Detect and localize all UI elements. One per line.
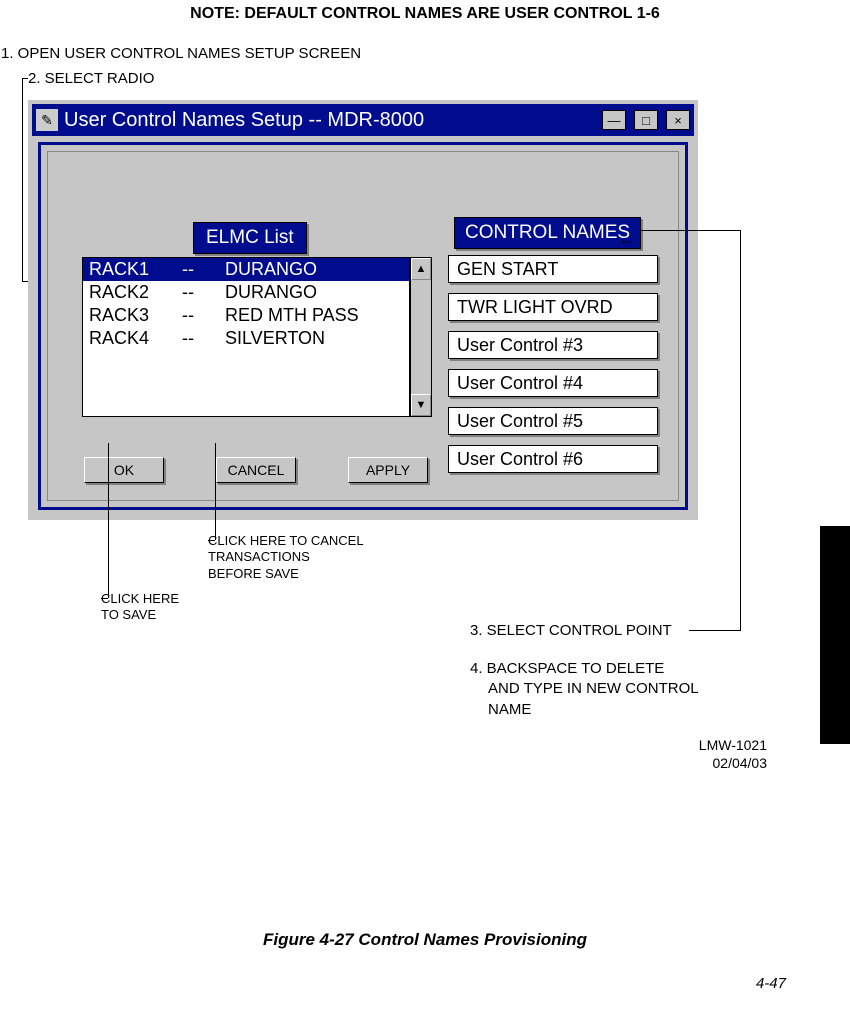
titlebar: ✎ User Control Names Setup -- MDR-8000 —… (32, 104, 694, 136)
name-col: DURANGO (225, 282, 403, 303)
callout-cancel: CLICK HERE TO CANCEL TRANSACTIONS BEFORE… (208, 533, 364, 582)
name-col: DURANGO (225, 259, 403, 280)
callout-text: TRANSACTIONS (208, 549, 364, 565)
step-3: 3. SELECT CONTROL POINT (470, 622, 672, 639)
dash-col: -- (182, 282, 207, 303)
ok-button[interactable]: OK (84, 457, 164, 483)
page-edge-tab (820, 526, 850, 744)
step-2: 2. SELECT RADIO (28, 70, 154, 87)
system-menu-icon[interactable]: ✎ (36, 109, 58, 131)
step4-line: 4. BACKSPACE TO DELETE (470, 659, 699, 679)
docid-line: 02/04/03 (0, 755, 767, 773)
list-item[interactable]: RACK3 -- RED MTH PASS (83, 304, 409, 327)
callout-line (22, 78, 23, 281)
button-row: OK CANCEL APPLY (84, 457, 428, 483)
list-item[interactable]: RACK4 -- SILVERTON (83, 327, 409, 350)
pointer-arrow-icon: ← (618, 229, 636, 250)
scroll-down-icon[interactable]: ▼ (411, 394, 431, 416)
step-1: 1. OPEN USER CONTROL NAMES SETUP SCREEN (1, 45, 361, 62)
figure-caption: Figure 4-27 Control Names Provisioning (0, 930, 850, 950)
name-col: RED MTH PASS (225, 305, 403, 326)
list-item[interactable]: RACK2 -- DURANGO (83, 281, 409, 304)
close-button[interactable]: × (666, 110, 690, 130)
inner-frame: ELMC List RACK1 -- DURANGO RACK2 -- DURA… (47, 151, 679, 501)
list-item[interactable]: RACK1 -- DURANGO (83, 258, 409, 281)
rack-col: RACK2 (89, 282, 164, 303)
callout-line (689, 630, 741, 631)
control-names-label: CONTROL NAMES (454, 217, 641, 249)
callout-line (740, 230, 741, 630)
window-client: ELMC List RACK1 -- DURANGO RACK2 -- DURA… (38, 142, 688, 510)
cancel-button[interactable]: CANCEL (216, 457, 296, 483)
window-title: User Control Names Setup -- MDR-8000 (64, 109, 424, 132)
note-heading: NOTE: DEFAULT CONTROL NAMES ARE USER CON… (0, 5, 850, 23)
control-name-fields: GEN START TWR LIGHT OVRD User Control #3… (448, 255, 658, 473)
setup-window: ✎ User Control Names Setup -- MDR-8000 —… (28, 100, 698, 520)
scroll-up-icon[interactable]: ▲ (411, 258, 431, 280)
name-col: SILVERTON (225, 328, 403, 349)
dash-col: -- (182, 259, 207, 280)
docid-line: LMW-1021 (0, 737, 767, 755)
maximize-button[interactable]: □ (634, 110, 658, 130)
control-name-3-input[interactable]: User Control #3 (448, 331, 658, 359)
elmc-list-label: ELMC List (193, 222, 307, 254)
callout-line (215, 443, 216, 540)
radio-listbox[interactable]: RACK1 -- DURANGO RACK2 -- DURANGO RACK3 … (82, 257, 432, 417)
rack-col: RACK4 (89, 328, 164, 349)
step4-line: AND TYPE IN NEW CONTROL (470, 679, 699, 699)
apply-button[interactable]: APPLY (348, 457, 428, 483)
rack-col: RACK3 (89, 305, 164, 326)
minimize-button[interactable]: — (602, 110, 626, 130)
dash-col: -- (182, 305, 207, 326)
callout-ok: CLICK HERE TO SAVE (101, 591, 179, 624)
callout-text: CLICK HERE (101, 591, 179, 607)
step4-line: NAME (470, 700, 699, 720)
callout-text: BEFORE SAVE (208, 566, 364, 582)
scrollbar[interactable]: ▲ ▼ (410, 257, 432, 417)
callout-line (108, 443, 109, 598)
page-number: 4-47 (756, 975, 786, 992)
callout-text: CLICK HERE TO CANCEL (208, 533, 364, 549)
control-name-6-input[interactable]: User Control #6 (448, 445, 658, 473)
dash-col: -- (182, 328, 207, 349)
callout-text: TO SAVE (101, 607, 179, 623)
control-name-5-input[interactable]: User Control #5 (448, 407, 658, 435)
rack-col: RACK1 (89, 259, 164, 280)
step-4: 4. BACKSPACE TO DELETE AND TYPE IN NEW C… (470, 659, 699, 720)
radio-listbox-inner[interactable]: RACK1 -- DURANGO RACK2 -- DURANGO RACK3 … (82, 257, 410, 417)
doc-id: LMW-1021 02/04/03 (0, 737, 767, 772)
control-name-4-input[interactable]: User Control #4 (448, 369, 658, 397)
control-name-2-input[interactable]: TWR LIGHT OVRD (448, 293, 658, 321)
control-name-1-input[interactable]: GEN START (448, 255, 658, 283)
callout-line (640, 230, 740, 231)
